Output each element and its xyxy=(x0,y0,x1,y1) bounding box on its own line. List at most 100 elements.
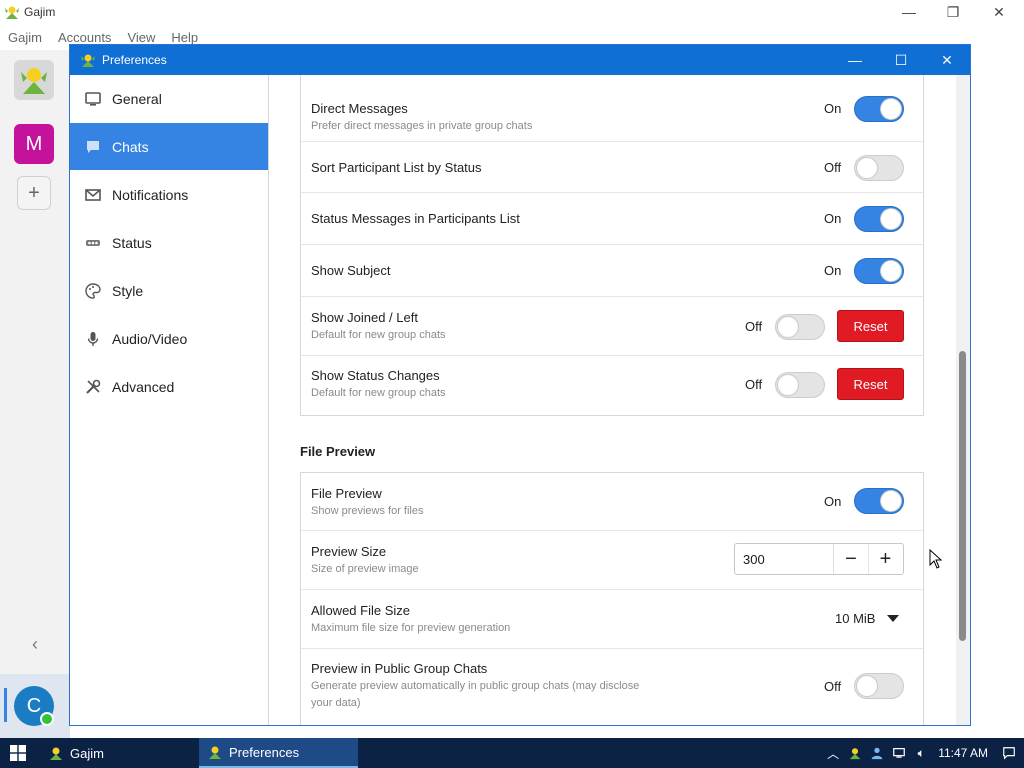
group-chat-settings-box: Direct Messages Prefer direct messages i… xyxy=(300,75,924,416)
sidebar-item-label: Advanced xyxy=(112,378,175,395)
tools-icon xyxy=(84,378,102,396)
user-tray-icon[interactable] xyxy=(866,746,888,760)
dialog-maximize-button[interactable]: ☐ xyxy=(878,45,924,75)
dropdown-value: 10 MiB xyxy=(835,611,876,626)
chevron-down-icon xyxy=(887,615,900,622)
setting-subtitle: Maximum file size for preview generation xyxy=(311,622,511,634)
menu-accounts[interactable]: Accounts xyxy=(58,30,111,45)
sidebar-item-label: General xyxy=(112,90,162,107)
minimize-button[interactable]: — xyxy=(886,0,932,24)
chevron-left-icon[interactable]: ‹ xyxy=(32,634,38,655)
menu-help[interactable]: Help xyxy=(171,30,198,45)
envelope-icon xyxy=(84,186,102,204)
sidebar-item-label: Audio/Video xyxy=(112,330,188,347)
volume-icon[interactable]: 🔈︎ xyxy=(910,746,932,761)
notification-icon[interactable] xyxy=(998,746,1020,760)
sidebar-item-notifications[interactable]: Notifications xyxy=(70,171,268,218)
allowed-file-size-dropdown[interactable]: 10 MiB xyxy=(835,611,900,626)
setting-row-file-preview: File Preview Show previews for files On xyxy=(301,473,923,531)
add-workspace-button[interactable]: + xyxy=(17,176,51,210)
workspace-gajim-avatar[interactable] xyxy=(14,60,54,100)
setting-label: Show Status Changes xyxy=(311,368,440,383)
gajim-logo-icon xyxy=(21,68,47,94)
chat-bubble-icon xyxy=(84,138,102,156)
setting-state-text: Off xyxy=(745,319,763,334)
preferences-sidebar: General Chats Notifications Status Style xyxy=(70,75,269,725)
sidebar-item-label: Status xyxy=(112,234,152,251)
show-joined-left-switch[interactable] xyxy=(775,314,825,340)
taskbar-item-preferences[interactable]: Preferences xyxy=(199,738,358,768)
increment-button[interactable]: + xyxy=(868,544,902,574)
setting-subtitle: Default for new group chats xyxy=(311,387,446,399)
preferences-dialog: Preferences — ☐ ✕ General Chats Notifica… xyxy=(69,44,971,726)
account-sidebar: M + ‹ C xyxy=(0,50,70,738)
sidebar-item-advanced[interactable]: Advanced xyxy=(70,363,268,410)
dots-icon xyxy=(84,234,102,252)
mouse-cursor-icon xyxy=(929,549,943,569)
setting-label: Allowed File Size xyxy=(311,603,410,618)
main-window-title: Gajim xyxy=(24,5,56,19)
windows-logo-icon xyxy=(10,745,26,761)
sidebar-item-general[interactable]: General xyxy=(70,75,268,122)
public-preview-switch[interactable] xyxy=(854,673,904,699)
file-preview-switch[interactable] xyxy=(854,488,904,514)
file-preview-settings-box: File Preview Show previews for files On … xyxy=(300,472,924,725)
monitor-icon xyxy=(84,90,102,108)
gajim-tray-icon[interactable] xyxy=(844,746,866,760)
show-subject-switch[interactable] xyxy=(854,258,904,284)
taskbar-item-gajim[interactable]: Gajim xyxy=(42,738,196,768)
preferences-titlebar: Preferences — ☐ ✕ xyxy=(70,45,970,75)
setting-label: Status Messages in Participants List xyxy=(311,211,520,226)
close-button[interactable]: ✕ xyxy=(976,0,1022,24)
setting-state-text: Off xyxy=(745,377,763,392)
setting-label: Preview in Public Group Chats xyxy=(311,661,488,676)
reset-joined-left-button[interactable]: Reset xyxy=(837,310,904,342)
setting-state-text: On xyxy=(824,494,842,509)
setting-label: Show Subject xyxy=(311,263,391,278)
sort-participants-switch[interactable] xyxy=(854,155,904,181)
palette-icon xyxy=(84,282,102,300)
setting-subtitle: Size of preview image xyxy=(311,563,419,575)
workspace-m-initial: M xyxy=(25,132,43,155)
dialog-minimize-button[interactable]: — xyxy=(832,45,878,75)
menu-gajim[interactable]: Gajim xyxy=(8,30,42,45)
sidebar-item-audio-video[interactable]: Audio/Video xyxy=(70,315,268,362)
show-status-changes-switch[interactable] xyxy=(775,372,825,398)
setting-row-status-messages: Status Messages in Participants List On xyxy=(301,194,923,245)
online-status-dot xyxy=(40,712,54,726)
content-scrollbar[interactable] xyxy=(956,75,970,725)
account-c-initial: C xyxy=(26,694,42,717)
sidebar-item-status[interactable]: Status xyxy=(70,219,268,266)
setting-label: Sort Participant List by Status xyxy=(311,160,482,175)
account-footer: C xyxy=(0,674,70,738)
network-icon[interactable] xyxy=(888,746,910,760)
start-button[interactable] xyxy=(0,738,36,768)
scrollbar-thumb[interactable] xyxy=(959,351,966,641)
workspace-m-avatar[interactable]: M xyxy=(14,124,54,164)
setting-label: Preview Size xyxy=(311,544,387,559)
microphone-icon xyxy=(84,330,102,348)
preferences-title: Preferences xyxy=(102,53,167,67)
main-window-titlebar: Gajim — ❐ ✕ xyxy=(0,0,1024,24)
clock-time[interactable]: 11:47 AM xyxy=(938,746,988,760)
preview-size-spinbutton: 300 − + xyxy=(734,543,904,575)
decrement-button[interactable]: − xyxy=(834,544,868,574)
setting-label: Direct Messages xyxy=(311,101,408,116)
dialog-close-button[interactable]: ✕ xyxy=(924,45,970,75)
chevron-up-icon[interactable]: ︿ xyxy=(822,745,844,762)
preview-size-input[interactable]: 300 xyxy=(735,544,834,574)
direct-messages-switch[interactable] xyxy=(854,96,904,122)
setting-state-text: Off xyxy=(824,679,842,694)
setting-row-direct-messages: Direct Messages Prefer direct messages i… xyxy=(301,75,923,142)
system-tray: ︿ 🔈︎ 11:47 AM xyxy=(822,738,1024,768)
sidebar-item-style[interactable]: Style xyxy=(70,267,268,314)
sidebar-item-chats[interactable]: Chats xyxy=(70,123,268,170)
setting-row-show-status-changes: Show Status Changes Default for new grou… xyxy=(301,357,923,415)
sidebar-item-label: Notifications xyxy=(112,186,189,203)
gajim-logo-icon xyxy=(81,54,95,67)
status-messages-switch[interactable] xyxy=(854,206,904,232)
setting-row-sort-participants: Sort Participant List by Status Off xyxy=(301,143,923,193)
menu-view[interactable]: View xyxy=(127,30,155,45)
reset-status-changes-button[interactable]: Reset xyxy=(837,368,904,400)
restore-button[interactable]: ❐ xyxy=(930,0,976,24)
